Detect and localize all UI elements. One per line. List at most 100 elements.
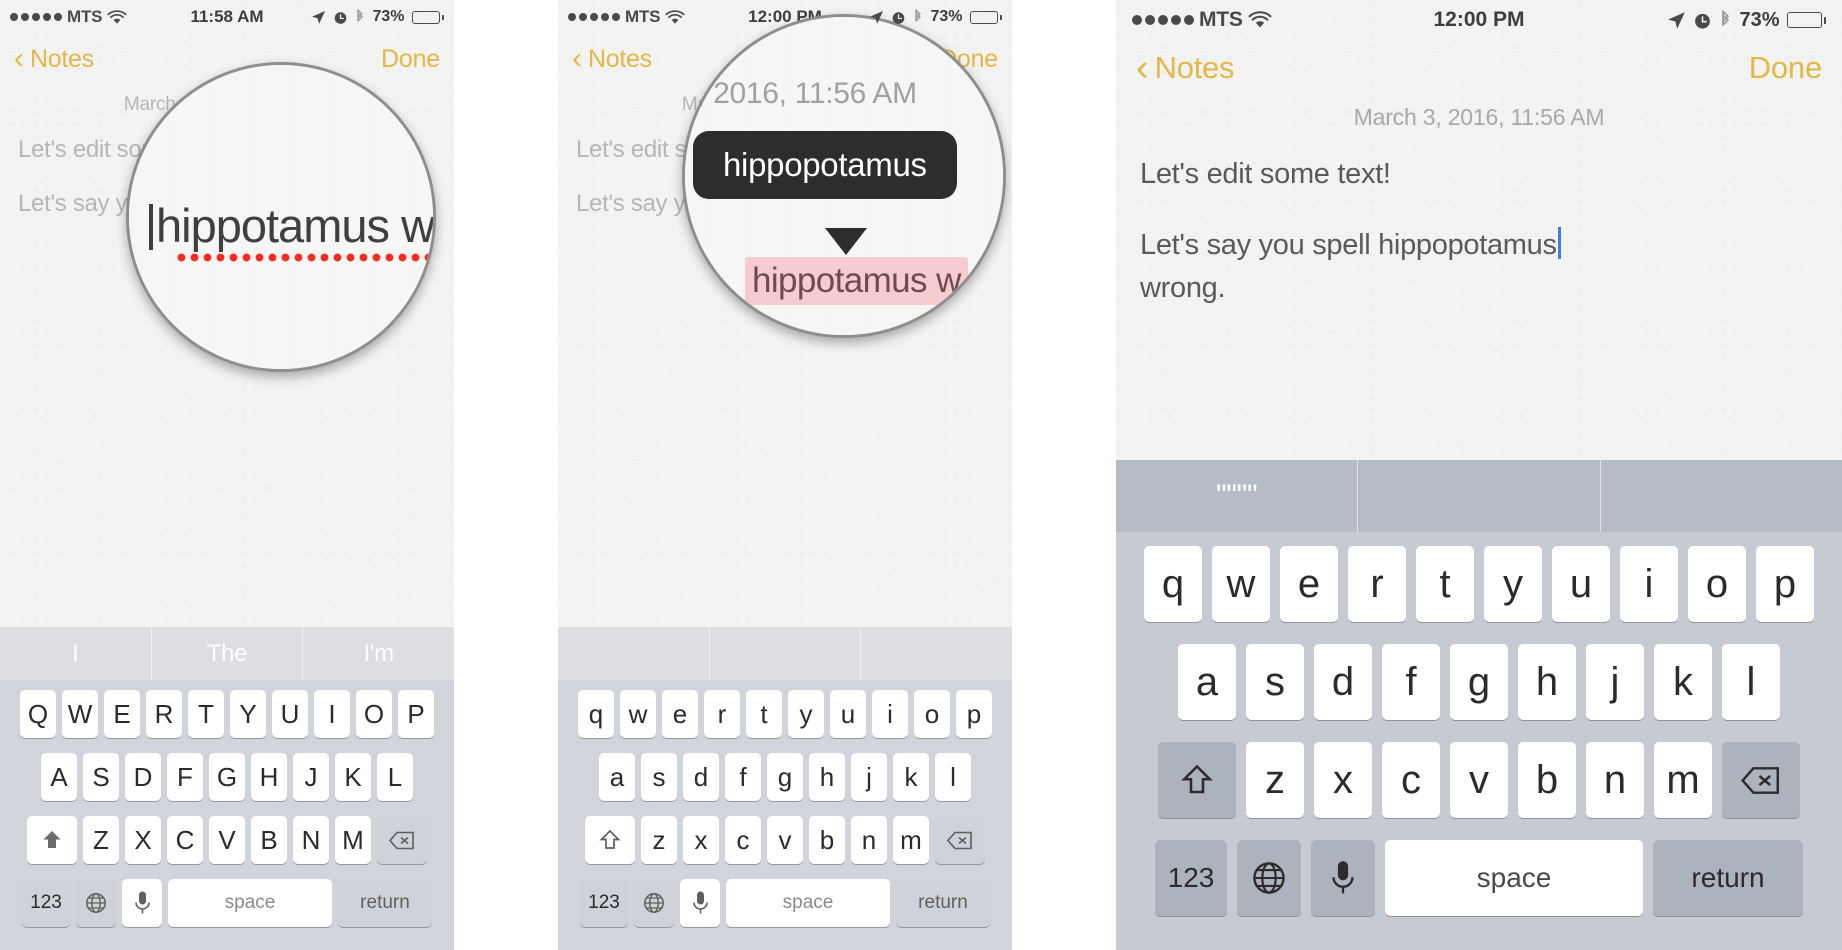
return-key[interactable]: return — [896, 879, 990, 927]
key-s[interactable]: s — [641, 753, 677, 801]
keyboard-row-3[interactable]: Z X C V B N M — [2, 816, 452, 864]
key-r[interactable]: R — [146, 690, 182, 738]
suggestion-2[interactable] — [1601, 460, 1842, 532]
key-e[interactable]: e — [662, 690, 698, 738]
key-v[interactable]: v — [767, 816, 803, 864]
keyboard-row-2[interactable]: A S D F G H J K L — [2, 753, 452, 801]
key-j[interactable]: j — [851, 753, 887, 801]
keyboard-row-4[interactable]: 123 space return — [560, 879, 1010, 927]
key-s[interactable]: S — [83, 753, 119, 801]
key-d[interactable]: d — [683, 753, 719, 801]
key-t[interactable]: t — [746, 690, 782, 738]
delete-key[interactable] — [377, 816, 427, 864]
keyboard-row-2[interactable]: a s d f g h j k l — [1120, 644, 1838, 720]
key-g[interactable]: g — [1450, 644, 1508, 720]
back-to-notes-button[interactable]: ‹ Notes — [1136, 49, 1234, 87]
key-q[interactable]: q — [578, 690, 614, 738]
suggestion-1[interactable] — [1358, 460, 1599, 532]
key-u[interactable]: U — [272, 690, 308, 738]
keyboard-row-1[interactable]: Q W E R T Y U I O P — [2, 690, 452, 738]
key-f[interactable]: F — [167, 753, 203, 801]
keyboard-row-1[interactable]: q w e r t y u i o p — [560, 690, 1010, 738]
key-p[interactable]: P — [398, 690, 434, 738]
key-q[interactable]: Q — [20, 690, 56, 738]
key-u[interactable]: u — [1552, 546, 1610, 622]
key-j[interactable]: j — [1586, 644, 1644, 720]
suggestion-2[interactable]: I'm — [303, 627, 454, 680]
key-rows[interactable]: q w e r t y u i o p a s d f g h j k l z … — [1116, 532, 1842, 950]
suggestion-1[interactable]: The — [152, 627, 303, 680]
key-z[interactable]: z — [1246, 742, 1304, 818]
key-e[interactable]: e — [1280, 546, 1338, 622]
keyboard-row-3[interactable]: z x c v b n m — [560, 816, 1010, 864]
key-g[interactable]: g — [767, 753, 803, 801]
note-body[interactable]: March 3, 2016, 11:56 AM Let's edit some … — [1116, 96, 1842, 308]
key-d[interactable]: d — [1314, 644, 1372, 720]
done-button[interactable]: Done — [1749, 50, 1823, 86]
key-a[interactable]: a — [599, 753, 635, 801]
key-n[interactable]: n — [851, 816, 887, 864]
key-v[interactable]: v — [1450, 742, 1508, 818]
suggestion-0[interactable]: """" — [1116, 460, 1357, 532]
onscreen-keyboard[interactable]: """" q w e r t y u i o p a s d f g h j k… — [1116, 460, 1842, 950]
suggestion-2[interactable] — [861, 627, 1012, 680]
suggestion-bar[interactable]: """" — [1116, 460, 1842, 532]
key-v[interactable]: V — [209, 816, 245, 864]
key-k[interactable]: K — [335, 753, 371, 801]
numeric-key[interactable]: 123 — [580, 879, 628, 927]
keyboard-row-3[interactable]: z x c v b n m — [1120, 742, 1838, 818]
back-to-notes-button[interactable]: ‹ Notes — [572, 44, 652, 74]
numeric-key[interactable]: 123 — [22, 879, 70, 927]
delete-key[interactable] — [935, 816, 985, 864]
key-t[interactable]: t — [1416, 546, 1474, 622]
key-c[interactable]: c — [1382, 742, 1440, 818]
suggestion-0[interactable]: I — [0, 627, 151, 680]
key-b[interactable]: b — [809, 816, 845, 864]
suggestion-0[interactable] — [558, 627, 709, 680]
onscreen-keyboard[interactable]: I The I'm Q W E R T Y U I O P A S D F G … — [0, 627, 454, 950]
key-h[interactable]: h — [1518, 644, 1576, 720]
key-q[interactable]: q — [1144, 546, 1202, 622]
key-x[interactable]: X — [125, 816, 161, 864]
key-h[interactable]: h — [809, 753, 845, 801]
key-o[interactable]: o — [914, 690, 950, 738]
key-w[interactable]: w — [1212, 546, 1270, 622]
dictation-key[interactable] — [1311, 840, 1375, 916]
key-h[interactable]: H — [251, 753, 287, 801]
key-x[interactable]: x — [1314, 742, 1372, 818]
key-p[interactable]: p — [1756, 546, 1814, 622]
keyboard-row-2[interactable]: a s d f g h j k l — [560, 753, 1010, 801]
globe-key[interactable] — [76, 879, 116, 927]
key-p[interactable]: p — [956, 690, 992, 738]
key-g[interactable]: G — [209, 753, 245, 801]
key-y[interactable]: Y — [230, 690, 266, 738]
dictation-key[interactable] — [122, 879, 162, 927]
key-i[interactable]: i — [872, 690, 908, 738]
key-m[interactable]: M — [335, 816, 371, 864]
shift-key[interactable] — [585, 816, 635, 864]
key-t[interactable]: T — [188, 690, 224, 738]
key-d[interactable]: D — [125, 753, 161, 801]
space-key[interactable]: space — [726, 879, 890, 927]
key-l[interactable]: l — [1722, 644, 1780, 720]
space-key[interactable]: space — [168, 879, 332, 927]
back-to-notes-button[interactable]: ‹ Notes — [14, 44, 94, 74]
key-m[interactable]: m — [893, 816, 929, 864]
key-o[interactable]: O — [356, 690, 392, 738]
key-r[interactable]: r — [1348, 546, 1406, 622]
globe-key[interactable] — [634, 879, 674, 927]
return-key[interactable]: return — [338, 879, 432, 927]
key-f[interactable]: f — [1382, 644, 1440, 720]
space-key[interactable]: space — [1385, 840, 1643, 916]
key-x[interactable]: x — [683, 816, 719, 864]
key-i[interactable]: i — [1620, 546, 1678, 622]
suggestion-bar[interactable] — [558, 627, 1012, 680]
key-n[interactable]: n — [1586, 742, 1644, 818]
key-m[interactable]: m — [1654, 742, 1712, 818]
key-a[interactable]: a — [1178, 644, 1236, 720]
onscreen-keyboard[interactable]: q w e r t y u i o p a s d f g h j k l z … — [558, 627, 1012, 950]
key-n[interactable]: N — [293, 816, 329, 864]
key-b[interactable]: b — [1518, 742, 1576, 818]
shift-key[interactable] — [27, 816, 77, 864]
key-e[interactable]: E — [104, 690, 140, 738]
